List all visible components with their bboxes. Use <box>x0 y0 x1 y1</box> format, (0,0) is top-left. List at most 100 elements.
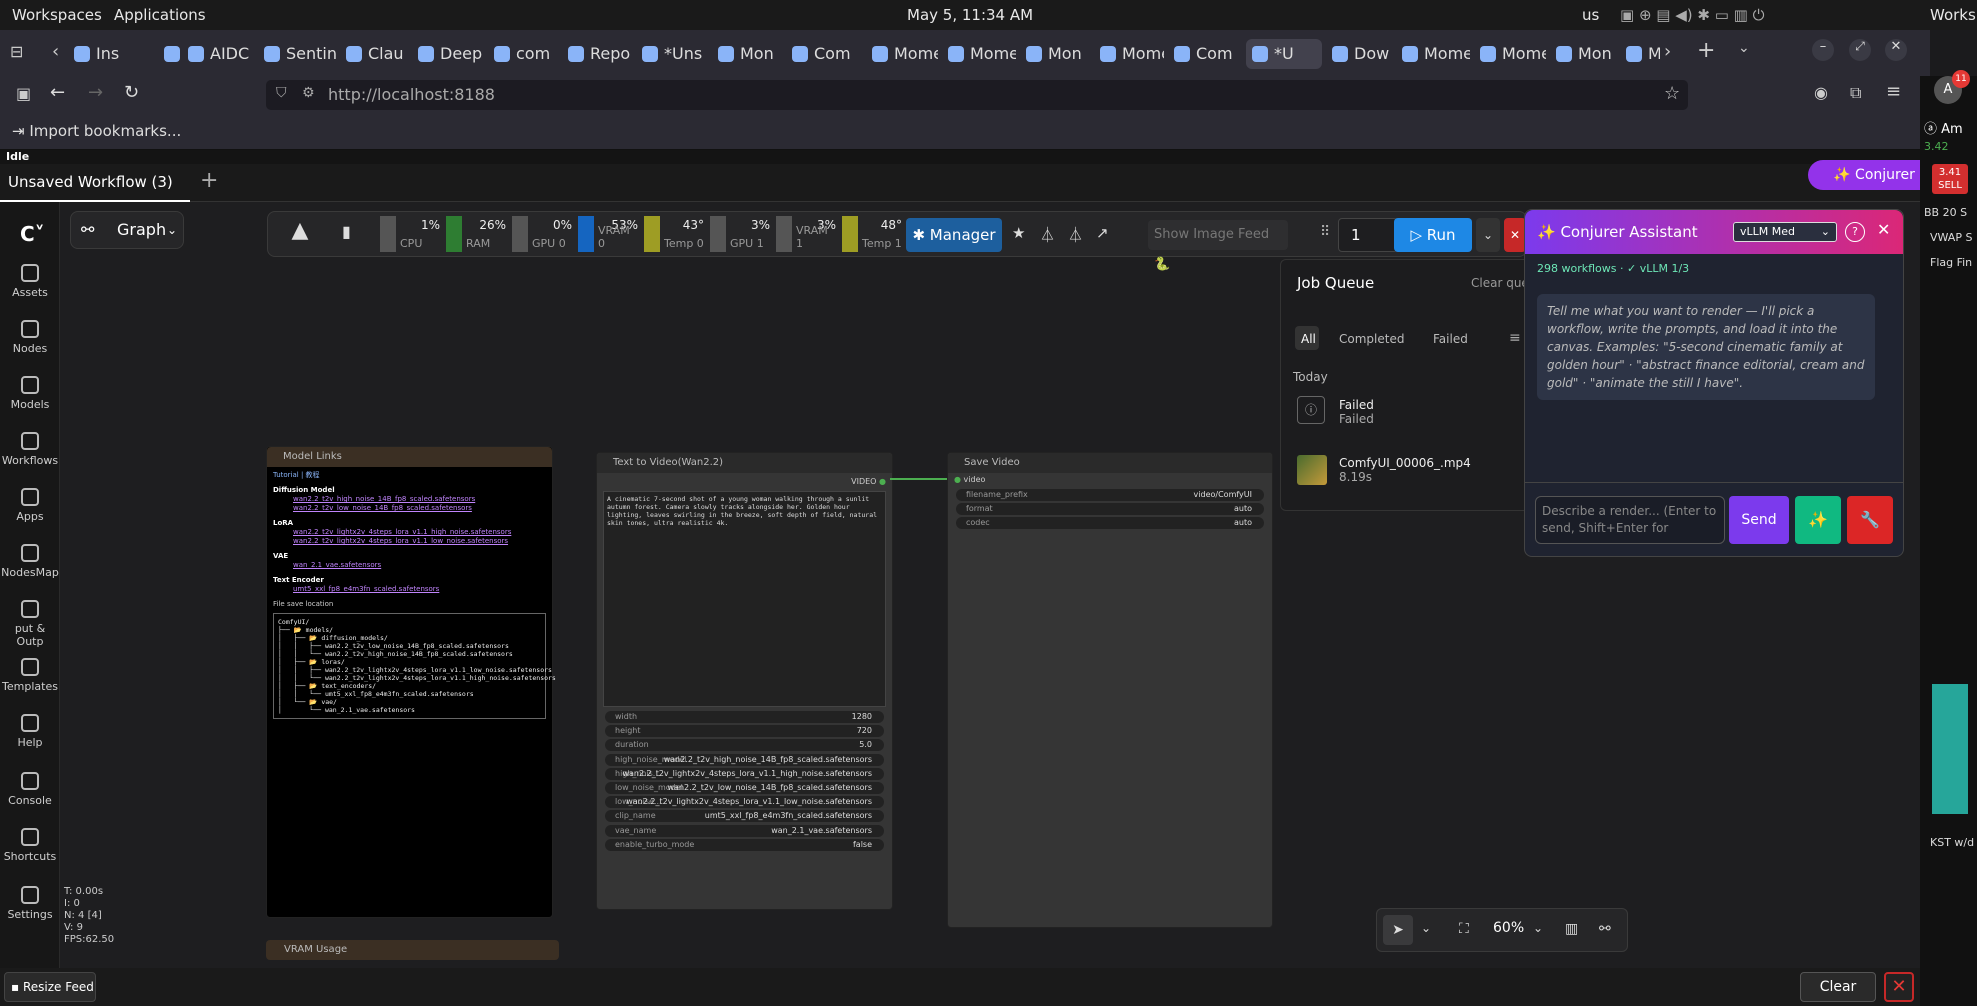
describe-render-input[interactable]: Describe a render... (Enter to send, Shi… <box>1535 496 1725 544</box>
node-widget[interactable]: high_noise_model wan2.2_t2v_high_noise_14… <box>605 753 884 766</box>
sidebar-item[interactable]: Help <box>0 714 60 749</box>
model-select[interactable]: vLLM Med ⌄ <box>1733 222 1837 242</box>
fit-view-icon[interactable]: ⛶ <box>1459 921 1469 937</box>
resource-monitor[interactable]: 43° Temp 0 <box>644 216 706 252</box>
chevron-down-icon[interactable]: ⌄ <box>1421 921 1431 935</box>
tab-scroll-left-icon[interactable]: ‹ <box>52 41 59 62</box>
bookmark-icon[interactable]: ▮ <box>342 222 364 246</box>
filter-tab[interactable]: Completed <box>1339 332 1404 346</box>
node-widget[interactable]: high_nois... wan2.2_t2v_lightx2v_4steps_l… <box>605 767 884 780</box>
video-input-slot[interactable]: ● video <box>954 475 985 484</box>
link-visibility-icon[interactable]: ⚯ <box>1599 921 1611 937</box>
workspaces-menu[interactable]: Workspaces <box>12 6 102 24</box>
node-widget[interactable]: width 1280 <box>605 711 884 723</box>
browser-tab[interactable]: Momen <box>942 39 1016 69</box>
model-link[interactable]: wan2.2_t2v_lightx2v_4steps_lora_v1.1_hig… <box>273 528 546 537</box>
node-widget[interactable]: low_noise_model wan2.2_t2v_low_noise_14B_… <box>605 782 884 794</box>
filter-tab[interactable]: All <box>1301 332 1316 346</box>
node-widget[interactable]: filename_prefix video/ComfyUI <box>956 489 1264 501</box>
node-widget[interactable]: low_noise... wan2.2_t2v_lightx2v_4steps_l… <box>605 796 884 809</box>
browser-tab[interactable]: Momen <box>1474 39 1546 69</box>
manager-button[interactable]: ✱ Manager <box>906 218 1002 252</box>
wrench-button-icon[interactable]: 🔧 <box>1847 496 1893 544</box>
model-link[interactable]: wan2.2_t2v_lightx2v_4steps_lora_v1.1_low… <box>273 537 546 546</box>
resource-monitor[interactable]: 53% VRAM 0 <box>578 216 640 252</box>
send-button[interactable]: Send <box>1729 496 1789 544</box>
sidebar-item[interactable]: NodesMap <box>0 544 60 579</box>
clear-queue-button[interactable]: Clear que <box>1471 276 1529 290</box>
sidebar-item[interactable]: Assets <box>0 264 60 299</box>
menu-icon[interactable]: ≡ <box>1886 81 1901 102</box>
bookmark-star-icon[interactable]: ☆ <box>1664 83 1680 104</box>
node-widget[interactable]: enable_turbo_mode false <box>605 838 884 851</box>
tray-icons[interactable]: ▣ ⊕ ▤ ◀) ✱ ▭ ▥ ⏻ <box>1620 6 1764 24</box>
add-workflow-icon[interactable]: + <box>200 168 218 193</box>
shield-icon[interactable]: ⛉ <box>276 85 287 101</box>
video-thumbnail[interactable] <box>1297 455 1327 485</box>
browser-tab[interactable]: Mon <box>1020 39 1090 69</box>
model-link[interactable]: wan2.2_t2v_low_noise_14B_fp8_scaled.safe… <box>273 504 546 513</box>
forward-icon[interactable]: → <box>88 82 103 103</box>
extensions-icon[interactable]: ⧉ <box>1850 83 1861 103</box>
model-link[interactable]: wan2.2_t2v_high_noise_14B_fp8_scaled.saf… <box>273 495 546 504</box>
node-widget[interactable]: clip_name umt5_xxl_fp8_e4m3fn_scaled.safe… <box>605 810 884 823</box>
sparkle-button-icon[interactable]: ✨ <box>1795 496 1841 544</box>
site-settings-icon[interactable]: ⚙ <box>302 85 315 101</box>
browser-tab[interactable]: *Uns <box>636 39 708 69</box>
share-icon[interactable]: ↗ <box>1096 224 1109 242</box>
sidebar-item[interactable]: Nodes <box>0 320 60 355</box>
graph-mode-selector[interactable]: ⚯ Graph ⌄ <box>70 211 184 249</box>
tab-workflow[interactable]: Unsaved Workflow (3) ● <box>0 164 190 227</box>
import-bookmarks-link[interactable]: ⇥ Import bookmarks... <box>12 122 181 140</box>
back-icon[interactable]: ← <box>50 82 65 103</box>
url-input[interactable]: http://localhost:8188 <box>266 80 1688 110</box>
account-icon[interactable]: ◉ <box>1814 83 1828 102</box>
browser-tab[interactable]: Clau <box>340 39 408 69</box>
filter-icon[interactable]: ≡ <box>1509 330 1521 346</box>
close-icon[interactable]: ✕ <box>1877 220 1890 239</box>
node-widget[interactable]: codec auto <box>956 517 1264 529</box>
resource-monitor[interactable]: 48° Temp 1 <box>842 216 904 252</box>
sidebar-item[interactable]: put & Outp <box>0 600 60 648</box>
tab-scroll-right-icon[interactable]: › <box>1664 41 1671 62</box>
browser-tab[interactable]: com <box>488 39 558 69</box>
clear-button[interactable]: Clear <box>1800 972 1876 1002</box>
browser-tab[interactable]: Dow <box>1326 39 1392 69</box>
close-feed-icon[interactable]: ✕ <box>1884 972 1914 1002</box>
browser-tab[interactable]: Ins <box>68 39 154 69</box>
model-link[interactable]: umt5_xxl_fp8_e4m3fn_scaled.safetensors <box>273 585 546 594</box>
batch-count-input[interactable]: 1 <box>1338 218 1398 252</box>
new-tab-icon[interactable]: + <box>1697 38 1715 63</box>
minimap-icon[interactable]: ▥ <box>1565 921 1578 937</box>
model-link[interactable]: wan_2.1_vae.safetensors <box>273 561 546 570</box>
stop-icon[interactable]: ✕ <box>1504 218 1526 252</box>
browser-tab[interactable]: Mon <box>1550 39 1616 69</box>
browser-tab[interactable]: Momen <box>1396 39 1470 69</box>
job-item-failed[interactable]: Failed Failed <box>1339 398 1374 426</box>
node-widget[interactable]: vae_name wan_2.1_vae.safetensors <box>605 824 884 837</box>
run-button[interactable]: ▷ Run <box>1394 218 1472 252</box>
applications-menu[interactable]: Applications <box>114 6 206 24</box>
node-widget[interactable]: duration 5.0 <box>605 739 884 752</box>
tab-list-icon[interactable]: ⌄ <box>1738 40 1750 56</box>
sidebar-item[interactable]: Shortcuts <box>0 828 60 863</box>
video-output-slot[interactable]: VIDEO ● <box>851 477 886 486</box>
node-widget[interactable]: height 720 <box>605 725 884 738</box>
sidebar-toggle-icon[interactable]: ⊟ <box>10 42 23 61</box>
browser-tab[interactable]: Mon <box>712 39 782 69</box>
browser-tab[interactable]: Com <box>1168 39 1242 69</box>
browser-tab[interactable]: Deep <box>412 39 484 69</box>
tutorial-links[interactable]: Tutorial | 教程 <box>273 471 546 480</box>
clock[interactable]: May 5, 11:34 AM <box>907 6 1033 24</box>
sidebar-item[interactable]: Templates <box>0 658 60 693</box>
drag-handle-icon[interactable]: ⠿ <box>1320 224 1330 240</box>
select-tool-icon[interactable]: ➤ <box>1383 915 1413 945</box>
resource-monitor[interactable]: 26% RAM <box>446 216 508 252</box>
sidebar-item[interactable]: Settings <box>0 886 60 921</box>
close-window-icon[interactable]: ✕ <box>1885 39 1907 61</box>
browser-tab[interactable]: Momen <box>1094 39 1164 69</box>
sidebar-item[interactable]: Models <box>0 376 60 411</box>
maximize-icon[interactable]: ⤢ <box>1849 39 1871 61</box>
model-links-node[interactable]: Model Links Tutorial | 教程 Diffusion Mode… <box>266 446 556 918</box>
chevron-down-icon[interactable]: ⌄ <box>1533 921 1543 935</box>
